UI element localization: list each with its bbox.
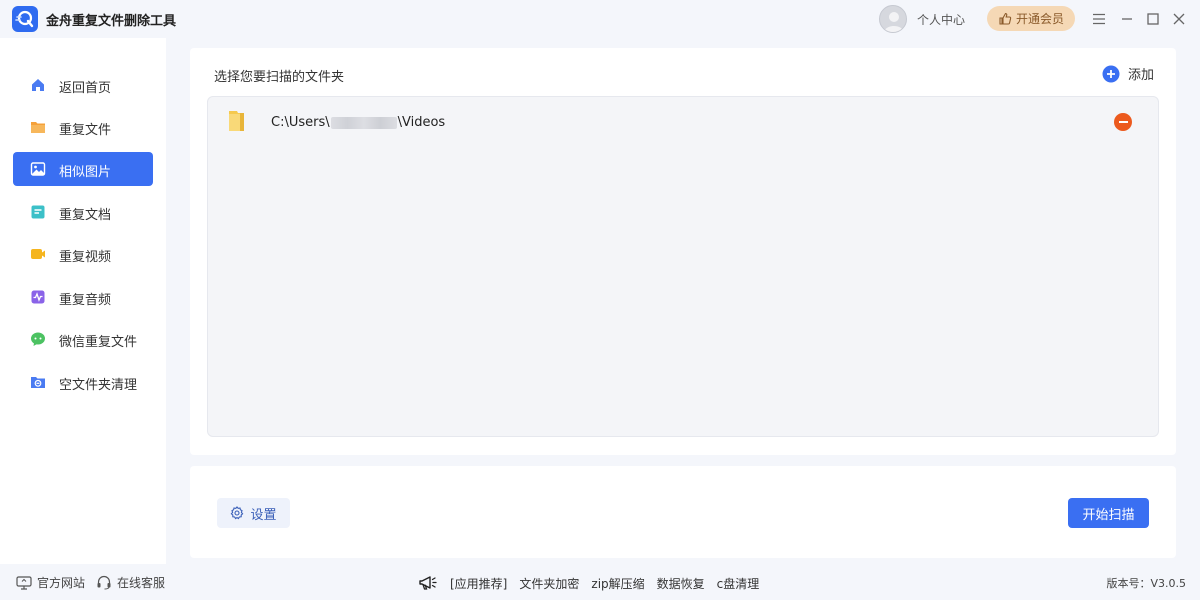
sidebar-item-label: 重复文件 <box>59 123 112 138</box>
folder-selection-panel: 选择您要扫描的文件夹 添加 C:\Users\ \Videos <box>190 48 1176 455</box>
megaphone-icon <box>419 576 437 590</box>
official-site-link[interactable]: 官方网站 <box>16 574 85 591</box>
document-icon <box>31 205 45 219</box>
sidebar-item-label: 重复文档 <box>59 208 112 223</box>
sidebar-item-duplicate-documents[interactable]: 重复文档 <box>13 195 153 229</box>
action-panel: 设置 开始扫描 <box>190 466 1176 558</box>
official-site-label: 官方网站 <box>37 576 86 590</box>
add-label: 添加 <box>1127 68 1154 83</box>
minimize-icon[interactable] <box>1116 8 1138 30</box>
app-recommendations: [应用推荐] 文件夹加密 zip解压缩 数据恢复 c盘清理 <box>418 574 759 592</box>
video-icon <box>31 249 45 259</box>
vip-button[interactable]: 开通会员 <box>987 6 1075 31</box>
app-title: 金舟重复文件删除工具 <box>46 14 177 29</box>
avatar[interactable] <box>879 5 907 33</box>
sidebar-item-label: 相似图片 <box>59 165 112 180</box>
menu-icon[interactable] <box>1088 8 1110 30</box>
folder-list: C:\Users\ \Videos <box>207 96 1159 437</box>
headset-icon <box>97 575 111 590</box>
folder-icon <box>229 111 244 131</box>
sidebar-item-label: 微信重复文件 <box>59 335 138 350</box>
vip-label: 开通会员 <box>1015 12 1064 26</box>
sidebar-item-label: 返回首页 <box>59 81 112 96</box>
remove-folder-button[interactable] <box>1114 113 1132 131</box>
footer-link-c-drive-cleanup[interactable]: c盘清理 <box>717 575 760 592</box>
folder-path: C:\Users\ \Videos <box>271 115 445 130</box>
online-service-link[interactable]: 在线客服 <box>96 574 165 591</box>
home-icon <box>32 79 44 91</box>
start-scan-button[interactable]: 开始扫描 <box>1068 498 1149 528</box>
folder-path-suffix: \Videos <box>397 115 446 130</box>
thumbs-up-icon <box>999 12 1012 25</box>
sidebar-item-duplicate-files[interactable]: 重复文件 <box>13 110 153 144</box>
recommend-label: [应用推荐] <box>450 576 508 591</box>
sidebar-item-label: 重复音频 <box>59 293 112 308</box>
sidebar-item-home[interactable]: 返回首页 <box>13 68 153 102</box>
empty-folder-icon <box>31 377 45 388</box>
close-icon[interactable] <box>1168 8 1190 30</box>
sidebar-item-duplicate-audio[interactable]: 重复音频 <box>13 280 153 314</box>
footer-link-zip[interactable]: zip解压缩 <box>591 575 644 592</box>
sidebar-item-duplicate-videos[interactable]: 重复视频 <box>13 237 153 271</box>
redacted-username <box>330 116 397 129</box>
wechat-icon <box>31 332 45 346</box>
footer: 官方网站 在线客服 [应用推荐] 文件夹加密 zip解压缩 数据恢复 c盘清理 … <box>0 564 1200 600</box>
footer-link-data-recovery[interactable]: 数据恢复 <box>657 575 705 592</box>
settings-button[interactable]: 设置 <box>217 498 290 528</box>
plus-circle-icon <box>1102 65 1120 82</box>
minus-icon <box>1118 121 1128 123</box>
monitor-icon <box>16 575 32 590</box>
sidebar-item-empty-folder-cleanup[interactable]: 空文件夹清理 <box>13 365 153 399</box>
sidebar: 返回首页 重复文件 相似图片 重复文档 重复视频 重复音频 微信重复文件 空文件… <box>0 38 166 564</box>
maximize-icon[interactable] <box>1142 8 1164 30</box>
title-bar: 金舟重复文件删除工具 个人中心 开通会员 <box>0 0 1200 38</box>
online-service-label: 在线客服 <box>117 576 166 590</box>
audio-icon <box>31 290 45 304</box>
settings-label: 设置 <box>250 507 277 523</box>
add-folder-button[interactable]: 添加 <box>1102 64 1154 83</box>
sidebar-item-similar-images[interactable]: 相似图片 <box>13 152 153 186</box>
footer-link-folder-encrypt[interactable]: 文件夹加密 <box>519 575 579 592</box>
sidebar-item-label: 重复视频 <box>59 250 112 265</box>
app-logo-icon <box>12 6 38 32</box>
sidebar-item-wechat-duplicates[interactable]: 微信重复文件 <box>13 322 153 356</box>
folder-path-prefix: C:\Users\ <box>271 115 330 130</box>
image-icon <box>30 162 46 176</box>
scan-heading: 选择您要扫描的文件夹 <box>214 70 345 85</box>
gear-icon <box>231 506 244 520</box>
list-item: C:\Users\ \Videos <box>208 97 1158 149</box>
version-label: 版本号：V3.0.5 <box>1106 577 1186 590</box>
folder-icon <box>31 122 45 133</box>
sidebar-item-label: 空文件夹清理 <box>59 378 138 393</box>
user-center-link[interactable]: 个人中心 <box>917 11 965 28</box>
